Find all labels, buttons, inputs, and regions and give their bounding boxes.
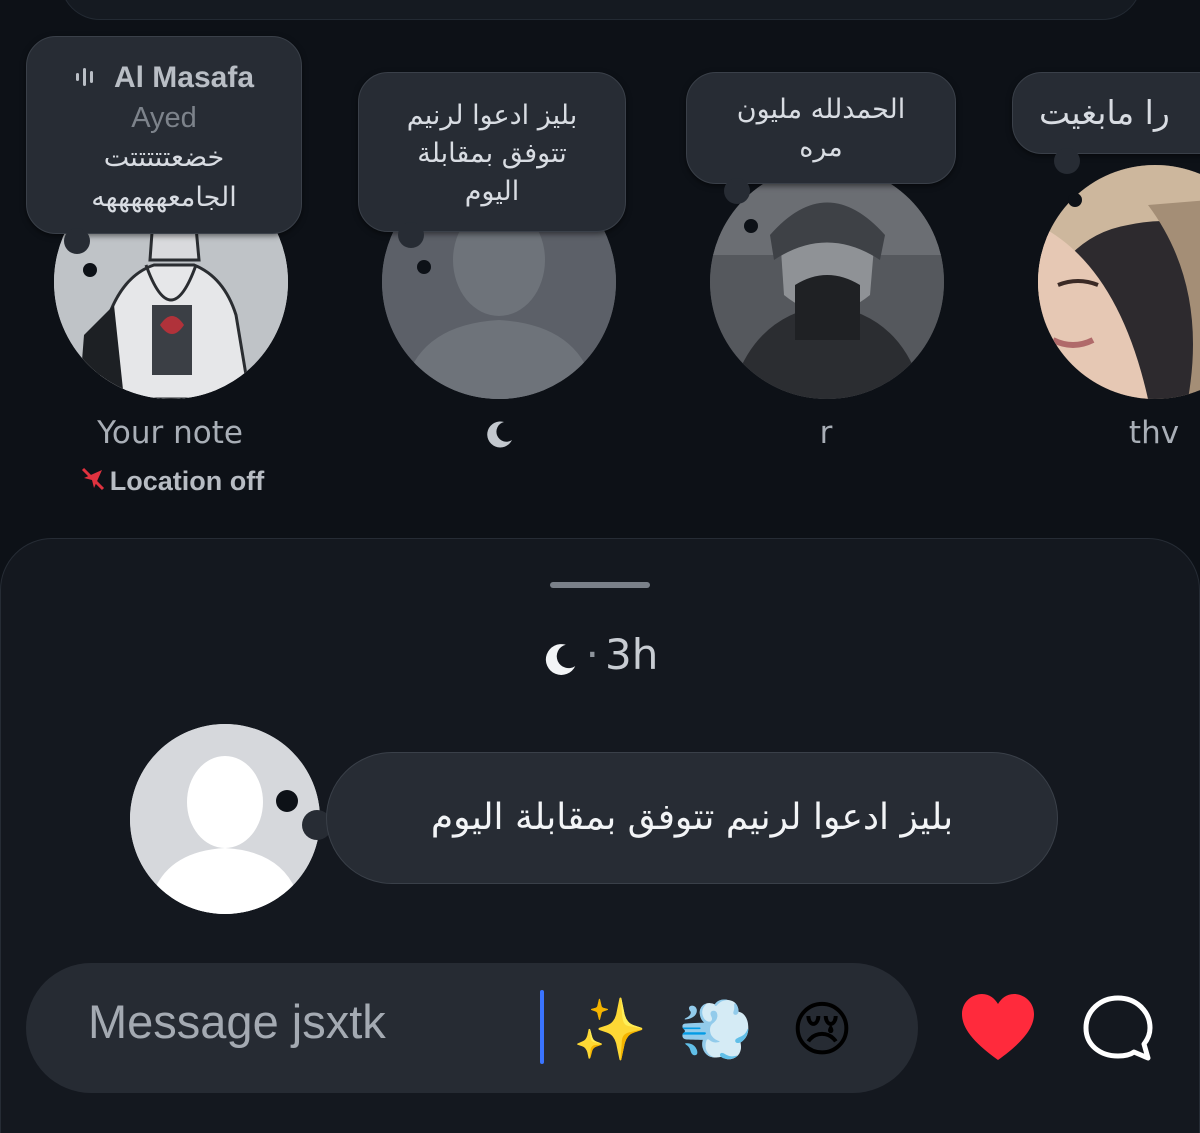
sheet-grabber[interactable] (550, 582, 650, 588)
location-text: Location off (109, 466, 265, 496)
bubble-tail-dot (744, 219, 758, 233)
note-text-line: مره (799, 132, 843, 163)
location-status[interactable]: Location off (52, 466, 292, 499)
meta-separator: · (585, 630, 599, 679)
note-bubble-your-note[interactable]: Al Masafa Ayed خضعتتتتتت الجامعهههههه (26, 36, 302, 234)
crescent-moon-icon (484, 418, 516, 450)
default-avatar-silhouette (130, 724, 320, 914)
sparkles-reaction-button[interactable]: ✨ (570, 990, 650, 1070)
audio-wave-icon (74, 60, 100, 98)
bubble-tail-dot (83, 263, 97, 277)
note-bubble-r[interactable]: الحمدلله مليون مره (686, 72, 956, 184)
note-text-line: بليز ادعوا لرنيم (406, 100, 578, 131)
note-text-line: تتوفق بمقابلة (417, 138, 567, 169)
location-off-icon (80, 466, 106, 499)
music-artist: Al Masafa (113, 61, 255, 94)
note-label-thv: thv (1128, 415, 1180, 451)
note-time: 3h (605, 630, 659, 679)
dash-reaction-button[interactable]: 💨 (676, 990, 756, 1070)
bubble-tail-dot (1068, 193, 1082, 207)
note-bubble-thv[interactable]: را مابغيت (1012, 72, 1200, 154)
chat-bubble-icon[interactable] (1080, 992, 1156, 1068)
sheet-note-bubble[interactable]: بليز ادعوا لرنيم تتوفق بمقابلة اليوم (326, 752, 1058, 884)
bubble-tail (724, 178, 750, 204)
note-label-r: r (819, 415, 833, 451)
message-input[interactable]: Message jsxtk (88, 994, 386, 1049)
bubble-tail-dot (276, 790, 298, 812)
note-text-line: خضعتتتتتت (103, 142, 225, 174)
note-label-your-note: Your note (97, 415, 243, 451)
bubble-tail (64, 228, 90, 254)
bubble-tail (1054, 148, 1080, 174)
note-text-line: را مابغيت (1039, 93, 1170, 132)
heart-icon[interactable] (958, 990, 1038, 1070)
top-panel-edge (60, 0, 1142, 20)
note-bubble-moon[interactable]: بليز ادعوا لرنيم تتوفق بمقابلة اليوم (358, 72, 626, 232)
avatar-thv[interactable] (1038, 165, 1200, 399)
note-text-line: اليوم (464, 176, 520, 207)
bubble-tail-dot (417, 260, 431, 274)
note-text-line: الجامعهههههه (91, 182, 237, 214)
text-caret (540, 990, 544, 1064)
crying-reaction-button[interactable]: 😢 (782, 990, 862, 1070)
sheet-avatar[interactable] (130, 724, 320, 914)
note-text-line: الحمدلله مليون (736, 94, 906, 125)
crescent-moon-icon (542, 639, 580, 677)
music-track: Ayed (131, 102, 197, 135)
photo-avatar-image (1038, 165, 1200, 399)
note-meta: · 3h (0, 630, 1200, 679)
notes-screen: Al Masafa Ayed خضعتتتتتت الجامعهههههه Yo… (0, 0, 1200, 1133)
bubble-tail (398, 222, 424, 248)
